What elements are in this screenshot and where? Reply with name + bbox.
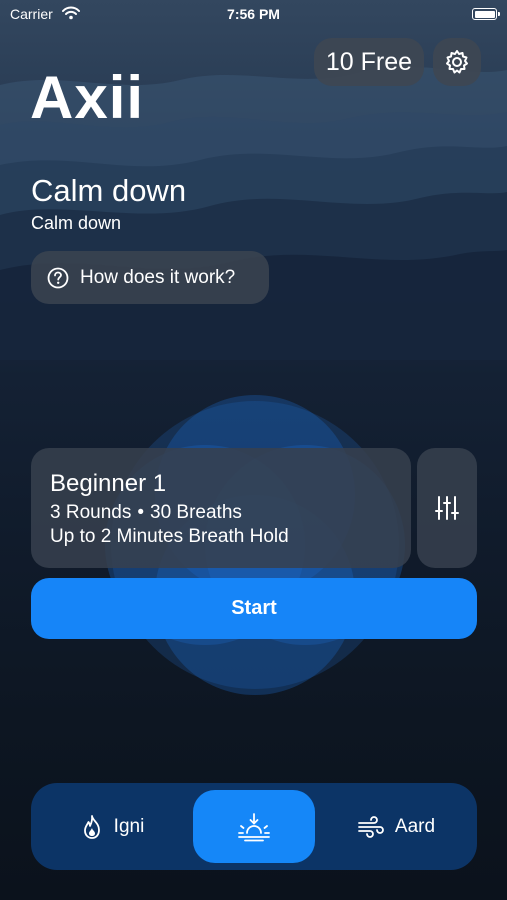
- status-bar: Carrier 7:56 PM: [0, 0, 507, 30]
- adjust-session-button[interactable]: [417, 448, 477, 568]
- how-it-works-button[interactable]: How does it work?: [31, 251, 269, 304]
- how-it-works-label: How does it work?: [80, 266, 236, 288]
- question-circle-icon: [47, 267, 69, 289]
- mode-title: Calm down: [31, 173, 187, 208]
- separator-dot: •: [137, 501, 144, 523]
- session-title: Beginner 1: [50, 470, 167, 497]
- tab-calm[interactable]: [193, 790, 315, 863]
- tab-igni[interactable]: Igni: [31, 783, 193, 870]
- mode-subtitle: Calm down: [31, 213, 122, 233]
- free-sessions-badge[interactable]: 10 Free: [314, 38, 424, 86]
- settings-button[interactable]: [433, 38, 481, 86]
- rounds-label: 3 Rounds: [50, 501, 132, 523]
- battery-icon: [472, 8, 500, 20]
- mode-tab-bar: Igni Aard: [31, 783, 477, 870]
- tab-igni-label: Igni: [113, 815, 145, 837]
- tab-aard-label: Aard: [394, 815, 436, 837]
- gear-icon: [443, 48, 471, 76]
- session-summary: 3 Rounds • 30 Breaths: [50, 501, 411, 526]
- start-button[interactable]: Start: [31, 578, 477, 639]
- tab-aard[interactable]: Aard: [315, 783, 477, 870]
- breaths-label: 30 Breaths: [150, 501, 242, 523]
- session-card[interactable]: Beginner 1 3 Rounds • 30 Breaths Up to 2 M…: [31, 448, 411, 568]
- screen: Carrier 7:56 PM 10 Free Axii Calm down C…: [0, 0, 507, 900]
- sunset-icon: [237, 812, 271, 842]
- flame-icon: [80, 814, 104, 840]
- sliders-icon: [434, 494, 460, 522]
- wind-icon: [357, 815, 385, 838]
- breath-hold-label: Up to 2 Minutes Breath Hold: [50, 526, 289, 548]
- clock: 7:56 PM: [227, 6, 280, 22]
- app-title: Axii: [30, 64, 145, 131]
